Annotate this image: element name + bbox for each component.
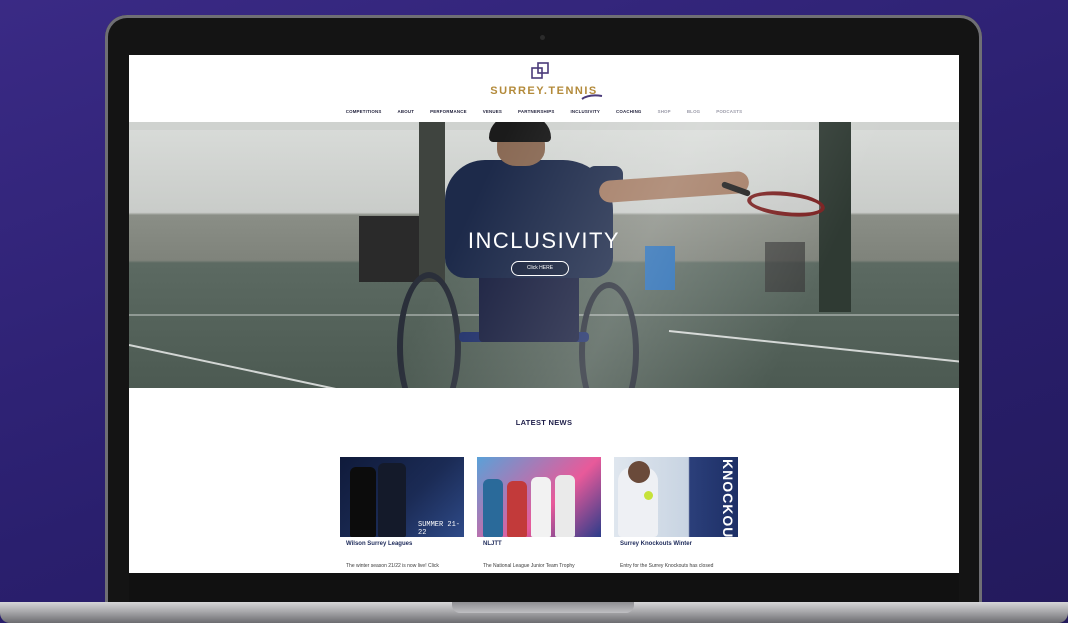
nav-item-shop[interactable]: SHOP bbox=[650, 109, 679, 119]
browser-screen: SURREY.TENNIS COMPETITIONS ABOUT PERFORM… bbox=[129, 55, 959, 573]
thumb-figure bbox=[628, 461, 650, 483]
news-card[interactable]: SUMMER 21-22 Wilson Surrey Leagues The w… bbox=[340, 457, 464, 573]
logo-text[interactable]: SURREY.TENNIS bbox=[129, 85, 959, 97]
nav-item-inclusivity[interactable]: INCLUSIVITY bbox=[563, 109, 609, 119]
thumb-figure bbox=[531, 477, 551, 537]
thumb-caption: KNOCKOUTS bbox=[720, 459, 736, 537]
news-card-title[interactable]: NLJTT bbox=[477, 537, 577, 553]
logo-swoosh-icon bbox=[581, 94, 603, 100]
main-nav: COMPETITIONS ABOUT PERFORMANCE VENUES PA… bbox=[129, 109, 959, 119]
news-card[interactable]: NLJTT The National League Junior Team Tr… bbox=[477, 457, 601, 573]
thumb-figure bbox=[483, 479, 503, 537]
thumb-figure bbox=[555, 475, 575, 537]
thumb-figure bbox=[378, 463, 406, 537]
news-card-excerpt: The winter season 21/22 is now live! Cli… bbox=[346, 563, 439, 569]
nav-item-partnerships[interactable]: PARTNERSHIPS bbox=[510, 109, 562, 119]
hero-cta-button[interactable]: Click HERE bbox=[511, 261, 569, 276]
tennis-ball-icon bbox=[644, 491, 653, 500]
news-card-excerpt: Entry for the Surrey Knockouts has close… bbox=[620, 563, 714, 569]
news-thumbnail[interactable] bbox=[477, 457, 601, 537]
nav-item-blog[interactable]: BLOG bbox=[679, 109, 708, 119]
nav-item-venues[interactable]: VENUES bbox=[475, 109, 510, 119]
thumb-figure bbox=[350, 467, 376, 537]
news-card[interactable]: KNOCKOUTS Surrey Knockouts Winter Entry … bbox=[614, 457, 738, 573]
thumb-caption: SUMMER 21-22 bbox=[418, 521, 461, 537]
news-card-title[interactable]: Wilson Surrey Leagues bbox=[340, 537, 440, 553]
hero-banner: INCLUSIVITY Click HERE bbox=[129, 122, 959, 388]
news-section-title: LATEST NEWS bbox=[515, 418, 573, 427]
news-thumbnail[interactable]: SUMMER 21-22 bbox=[340, 457, 464, 537]
laptop-bezel bbox=[129, 573, 959, 605]
site-header: SURREY.TENNIS COMPETITIONS ABOUT PERFORM… bbox=[129, 55, 959, 122]
news-thumbnail[interactable]: KNOCKOUTS bbox=[614, 457, 738, 537]
camera-icon bbox=[540, 35, 545, 40]
logo-icon[interactable] bbox=[529, 61, 551, 83]
news-card-excerpt: The National League Junior Team Trophy bbox=[483, 563, 575, 569]
news-card-title[interactable]: Surrey Knockouts Winter bbox=[614, 537, 714, 553]
nav-item-competitions[interactable]: COMPETITIONS bbox=[338, 109, 390, 119]
thumb-figure bbox=[507, 481, 527, 537]
nav-item-coaching[interactable]: COACHING bbox=[608, 109, 650, 119]
nav-item-podcasts[interactable]: PODCASTS bbox=[708, 109, 750, 119]
hero-overlay bbox=[129, 122, 959, 388]
nav-item-about[interactable]: ABOUT bbox=[390, 109, 423, 119]
laptop-notch bbox=[452, 602, 634, 613]
nav-item-performance[interactable]: PERFORMANCE bbox=[422, 109, 475, 119]
hero-title: INCLUSIVITY bbox=[467, 228, 621, 253]
